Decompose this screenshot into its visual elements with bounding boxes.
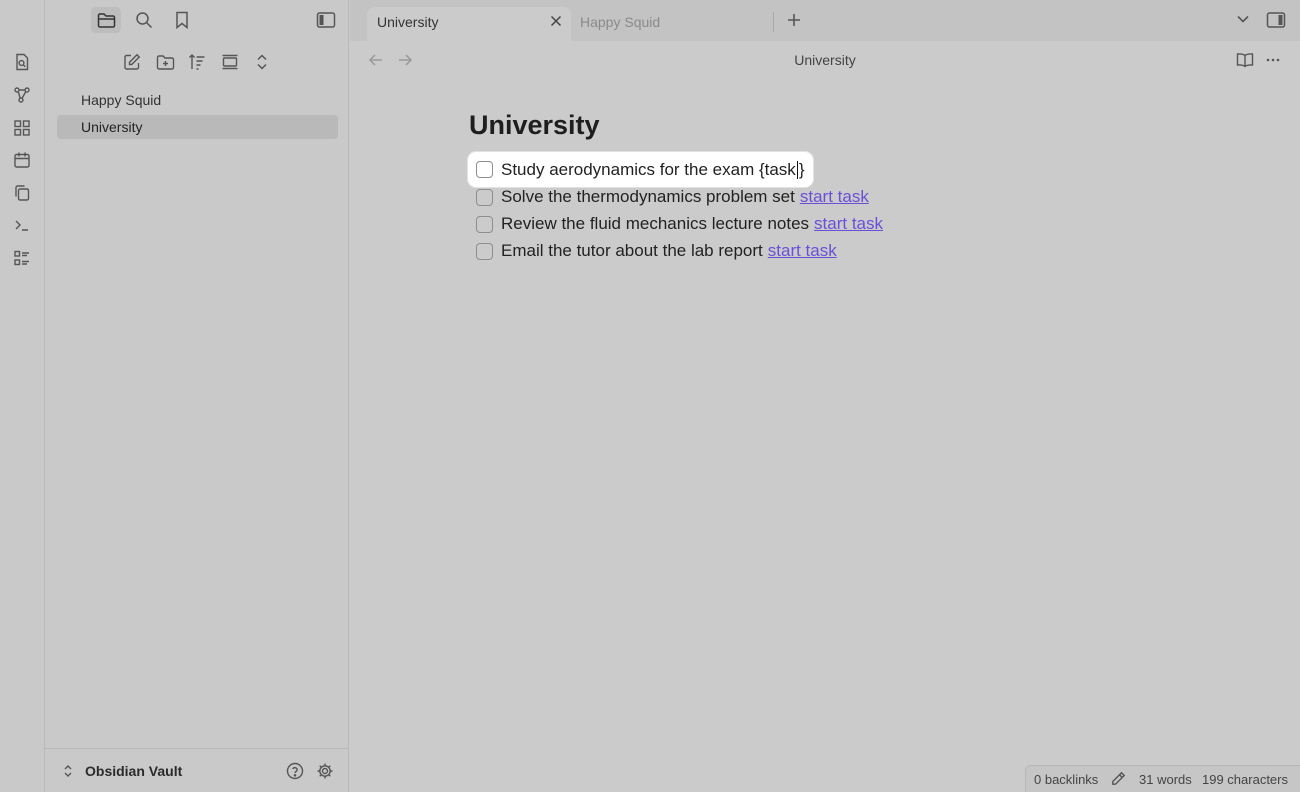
status-bar: 0 backlinks 31 words 199 characters — [1025, 765, 1300, 792]
file-search-icon — [16, 53, 29, 71]
properties-button[interactable] — [11, 247, 33, 269]
character-count: 199 characters — [1202, 772, 1288, 787]
plus-icon — [788, 14, 800, 26]
task-text-suffix[interactable]: } — [799, 160, 805, 180]
task-text[interactable]: Study aerodynamics for the exam {task — [501, 160, 796, 180]
left-ribbon — [0, 0, 45, 792]
tab-happy-squid[interactable]: Happy Squid — [570, 7, 772, 41]
start-task-link[interactable]: start task — [800, 187, 869, 207]
gear-icon — [317, 763, 333, 779]
task-item[interactable]: Email the tutor about the lab report sta… — [476, 239, 837, 263]
view-title[interactable]: University — [350, 52, 1300, 68]
layout-dashboard-icon — [14, 120, 30, 136]
toggle-right-sidebar-button[interactable] — [1266, 11, 1286, 29]
tab-university[interactable]: University — [367, 7, 571, 41]
tab-bar: University Happy Squid — [350, 0, 1300, 41]
vault-switcher-button[interactable] — [63, 764, 73, 778]
help-button[interactable] — [286, 762, 304, 780]
collapse-sidebar-button[interactable] — [311, 7, 341, 33]
task-item-focused[interactable]: Study aerodynamics for the exam {task} — [468, 152, 813, 187]
file-item-label: University — [81, 119, 143, 135]
vault-switcher-bar: Obsidian Vault — [45, 748, 349, 792]
task-checkbox[interactable] — [476, 215, 493, 233]
search-tab-button[interactable] — [129, 7, 159, 33]
bookmark-icon — [176, 11, 188, 29]
task-text[interactable]: Review the fluid mechanics lecture notes — [501, 214, 809, 234]
close-icon — [550, 15, 562, 27]
more-horizontal-icon — [1266, 58, 1280, 62]
new-note-button[interactable] — [117, 49, 147, 75]
graph-view-button[interactable] — [11, 84, 33, 106]
word-count: 31 words — [1139, 772, 1192, 787]
backlinks-count[interactable]: 0 backlinks — [1034, 772, 1098, 787]
sort-button[interactable] — [182, 49, 212, 75]
bookmarks-tab-button[interactable] — [167, 7, 197, 33]
auto-reveal-button[interactable] — [215, 49, 245, 75]
reading-view-button[interactable] — [1236, 52, 1254, 68]
sort-icon — [189, 54, 205, 70]
task-checkbox[interactable] — [476, 161, 493, 178]
command-palette-button[interactable] — [11, 214, 33, 236]
folder-icon — [97, 12, 115, 28]
search-icon — [136, 12, 153, 29]
book-open-icon — [1236, 53, 1254, 68]
list-icon — [14, 250, 29, 266]
vault-name[interactable]: Obsidian Vault — [85, 763, 182, 779]
file-item-happy-squid[interactable]: Happy Squid — [57, 88, 338, 112]
task-checkbox[interactable] — [476, 242, 493, 260]
file-item-label: Happy Squid — [81, 92, 162, 108]
chevron-down-icon — [1237, 15, 1249, 23]
settings-button[interactable] — [316, 762, 334, 780]
task-text[interactable]: Email the tutor about the lab report — [501, 241, 763, 261]
start-task-link[interactable]: start task — [768, 241, 837, 261]
task-item[interactable]: Solve the thermodynamics problem set sta… — [476, 185, 869, 209]
quick-switcher-button[interactable] — [11, 51, 33, 73]
new-tab-button[interactable] — [786, 12, 802, 28]
terminal-icon — [15, 220, 28, 231]
daily-note-button[interactable] — [11, 149, 33, 171]
graph-icon — [14, 87, 30, 103]
new-folder-button[interactable] — [150, 49, 180, 75]
edit-icon — [124, 53, 141, 70]
calendar-icon — [14, 152, 30, 168]
close-tab-button[interactable] — [550, 15, 562, 27]
tab-label: University — [377, 14, 439, 30]
tab-separator — [773, 12, 774, 32]
sidebar-right-icon — [1266, 12, 1286, 28]
canvas-button[interactable] — [11, 117, 33, 139]
files-tab-button[interactable] — [91, 7, 121, 33]
help-circle-icon — [286, 762, 304, 780]
pencil-icon — [1112, 771, 1126, 785]
tab-list-button[interactable] — [1236, 14, 1250, 24]
task-text[interactable]: Solve the thermodynamics problem set — [501, 187, 795, 207]
start-task-link[interactable]: start task — [814, 214, 883, 234]
panel-icon — [222, 54, 238, 70]
sidebar-left-icon — [316, 12, 336, 28]
collapse-all-button[interactable] — [247, 49, 277, 75]
text-cursor — [796, 160, 798, 179]
note-title[interactable]: University — [469, 110, 600, 141]
view-header: University — [350, 41, 1300, 79]
templates-button[interactable] — [11, 182, 33, 204]
chevrons-up-down-icon — [257, 54, 267, 70]
copy-icon — [15, 185, 30, 201]
folder-plus-icon — [156, 54, 174, 70]
file-explorer-sidebar: Happy Squid University Obsidian Vault — [45, 0, 349, 792]
tab-label: Happy Squid — [580, 14, 661, 30]
editing-mode-button[interactable] — [1110, 771, 1126, 787]
task-item[interactable]: Review the fluid mechanics lecture notes… — [476, 212, 883, 236]
more-options-button[interactable] — [1265, 52, 1281, 68]
task-checkbox[interactable] — [476, 188, 493, 206]
file-item-university[interactable]: University — [57, 115, 338, 139]
chevrons-up-down-icon — [64, 765, 72, 777]
